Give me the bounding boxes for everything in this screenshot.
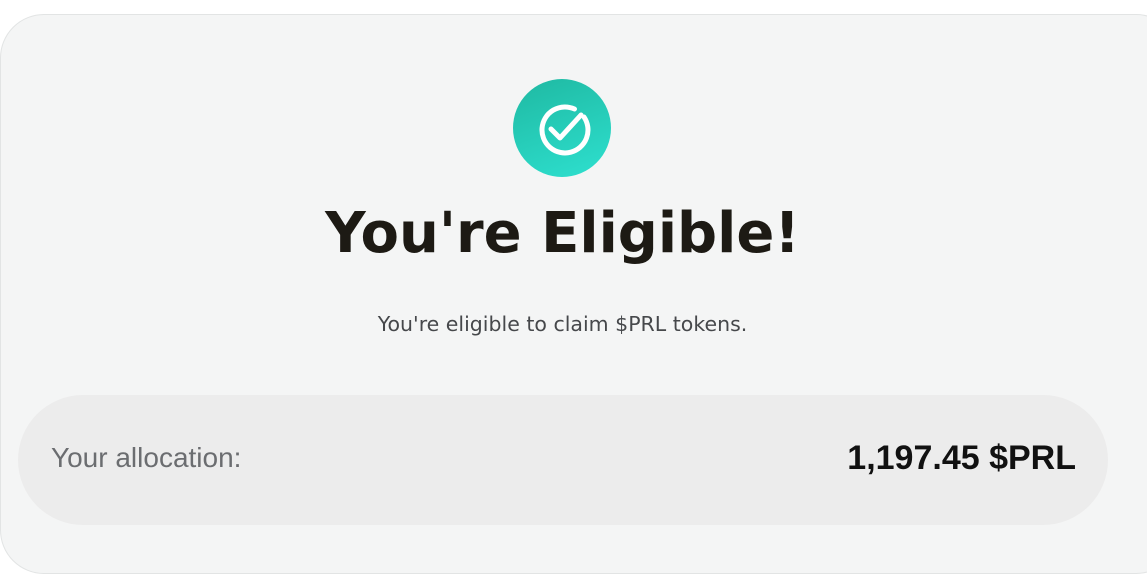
check-circle-icon bbox=[513, 79, 611, 177]
eligibility-card: You're Eligible! You're eligible to clai… bbox=[0, 14, 1147, 574]
allocation-row: Your allocation: 1,197.45 $PRL bbox=[18, 395, 1108, 525]
allocation-amount: 1,197.45 $PRL bbox=[847, 439, 1076, 477]
allocation-label: Your allocation: bbox=[51, 442, 242, 473]
eligibility-subtitle: You're eligible to claim $PRL tokens. bbox=[377, 312, 748, 336]
eligibility-title: You're Eligible! bbox=[325, 201, 800, 266]
